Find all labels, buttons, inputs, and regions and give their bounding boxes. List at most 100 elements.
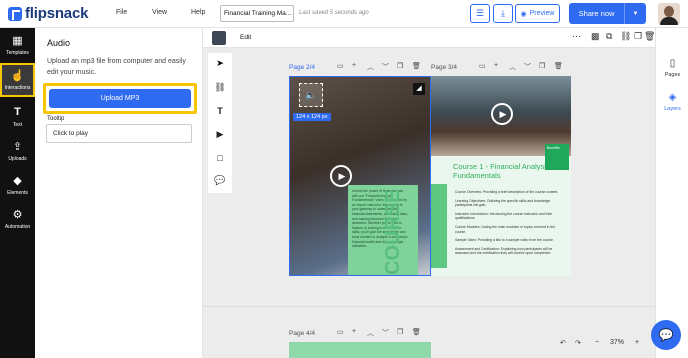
copy-page-icon[interactable]: ❐ <box>397 328 403 336</box>
redo-icon[interactable]: ↷ <box>575 339 581 347</box>
list-item: Course Modules: Listing the main modules… <box>455 224 556 234</box>
comment-icon[interactable]: ▭ <box>479 62 486 70</box>
add-page-icon[interactable]: + <box>352 62 356 69</box>
editor-canvas[interactable]: Edit ⋯ ▩ ⧉ ⛓ ❐ 🗑 ➤ ⛓ T ▶ □ 💬 Page 2/4 ▭ … <box>203 28 655 358</box>
video-tool-icon[interactable]: ▶ <box>213 129 227 140</box>
left-sidebar: ▦ Templates ☝ Interactions T Text ⇪ Uplo… <box>0 28 35 358</box>
link-icon[interactable]: ⛓ <box>620 31 631 42</box>
comment-icon[interactable]: ▭ <box>337 328 344 336</box>
document-title-input[interactable]: Financial Training Ma... <box>220 5 294 22</box>
move-up-icon[interactable]: ︿ <box>367 328 374 338</box>
move-down-icon[interactable]: ﹀ <box>382 328 389 338</box>
saved-status: Last saved 5 seconds ago <box>299 10 369 16</box>
copy-style-icon[interactable]: ⧉ <box>606 31 612 42</box>
sidebar-item-text[interactable]: T Text <box>0 102 35 136</box>
eye-icon: ◉ <box>520 10 527 18</box>
page-3[interactable]: ▶ Course 1 - Financial Analysis Fundamen… <box>431 76 571 276</box>
play-video-icon[interactable]: ▶ <box>491 103 513 125</box>
app-window: flipsnack File View Help Financial Train… <box>0 0 688 358</box>
sidebar-item-elements[interactable]: ◆ Elements <box>0 170 35 204</box>
page-2[interactable]: Unlock the power of financial data with … <box>289 76 431 276</box>
more-icon[interactable]: ⋯ <box>572 31 581 42</box>
layers-icon: ◈ <box>668 92 677 103</box>
sidebar-item-automation[interactable]: ⚙ Automation <box>0 204 35 238</box>
move-up-icon[interactable]: ︿ <box>367 62 374 72</box>
add-page-icon[interactable]: + <box>352 328 356 335</box>
grid-icon: ▦ <box>12 35 23 47</box>
sidebar-item-interactions[interactable]: ☝ Interactions <box>0 63 35 97</box>
spread-pages-2-3: Page 2/4 ▭ + ︿ ﹀ ❐ 🗑 Page 3/4 ▭ + ︿ ﹀ ❐ … <box>289 62 571 278</box>
download-button[interactable]: ⤓ <box>493 4 513 23</box>
top-bar: flipsnack File View Help Financial Train… <box>0 0 688 28</box>
menu-view[interactable]: View <box>152 9 167 16</box>
menu-file[interactable]: File <box>116 9 127 16</box>
transparency-icon[interactable]: ▩ <box>591 31 600 42</box>
robot-icon: ⚙ <box>12 209 23 221</box>
chevron-down-icon[interactable]: ▼ <box>624 3 646 24</box>
share-now-label: Share now <box>578 9 615 18</box>
logo-text: flipsnack <box>25 5 89 22</box>
user-avatar[interactable] <box>658 3 680 25</box>
benefits-box: Benefits <box>545 144 569 170</box>
page-4: Page 4/4 ▭ + ︿ ﹀ ❐ 🗑 <box>289 328 431 358</box>
tooltip-label: Tooltip <box>47 116 65 122</box>
sidebar-item-uploads[interactable]: ⇪ Uploads <box>0 136 35 170</box>
text-tool-icon[interactable]: T <box>213 106 227 116</box>
audio-speaker-icon[interactable]: 🔈 <box>299 83 323 107</box>
copy-page-icon[interactable]: ❐ <box>397 62 403 70</box>
add-page-icon[interactable]: + <box>494 62 498 69</box>
color-swatch[interactable] <box>212 31 226 45</box>
zoom-out-icon[interactable]: − <box>595 339 599 346</box>
right-sidebar: ▯ Pages ◈ Layers <box>655 28 688 358</box>
move-up-icon[interactable]: ︿ <box>509 62 516 72</box>
edit-label[interactable]: Edit <box>240 34 251 41</box>
tool-palette: ➤ ⛓ T ▶ □ 💬 <box>208 53 232 193</box>
undo-icon[interactable]: ↶ <box>560 339 566 347</box>
sidebar-item-templates[interactable]: ▦ Templates <box>0 30 35 64</box>
play-video-icon[interactable]: ▶ <box>330 165 352 187</box>
vertical-course-text: COURSE <box>382 189 404 275</box>
shapes-icon: ◆ <box>13 175 22 187</box>
edit-toolbar: Edit ⋯ ▩ ⧉ ⛓ ❐ 🗑 <box>203 28 655 48</box>
right-item-layers[interactable]: ◈ Layers <box>656 92 688 112</box>
list-item: Assessment and Certification: Explaining… <box>455 246 553 256</box>
link-tool-icon[interactable]: ⛓ <box>213 82 227 93</box>
upload-highlight: Upload MP3 <box>43 83 197 114</box>
list-item: Learning Objectives: Outlining the speci… <box>455 198 551 208</box>
pages-icon: ▯ <box>669 58 676 69</box>
copy-page-icon[interactable]: ❐ <box>539 62 545 70</box>
right-item-pages[interactable]: ▯ Pages <box>656 58 688 78</box>
comment-tool-icon[interactable]: 💬 <box>213 175 227 186</box>
menu-help[interactable]: Help <box>191 9 205 16</box>
logo-icon <box>8 6 22 21</box>
select-tool-icon[interactable]: ➤ <box>213 58 227 69</box>
tooltip-input[interactable]: Click to play <box>46 124 192 143</box>
settings-sliders-button[interactable]: ☰ <box>470 4 490 23</box>
upload-mp3-button[interactable]: Upload MP3 <box>49 89 191 108</box>
zoom-level[interactable]: 37% <box>610 339 624 346</box>
chat-support-button[interactable]: 💬 <box>651 320 681 350</box>
duplicate-icon[interactable]: ❐ <box>634 31 642 42</box>
page-2-label: Page 2/4 <box>289 64 316 71</box>
delete-page-icon[interactable]: 🗑 <box>412 328 421 336</box>
list-item: Sample Video: Providing a link to a samp… <box>455 238 554 243</box>
move-down-icon[interactable]: ﹀ <box>524 62 531 72</box>
page-3-label: Page 3/4 <box>431 64 458 71</box>
share-now-button[interactable]: Share now ▼ <box>569 3 646 24</box>
page-4-label: Page 4/4 <box>289 330 316 337</box>
flipsnack-logo[interactable]: flipsnack <box>8 5 88 22</box>
panel-title: Audio <box>47 38 71 48</box>
download-icon: ⤓ <box>501 8 505 18</box>
trash-icon[interactable]: 🗑 <box>644 31 655 42</box>
preview-button[interactable]: ◉ Preview <box>515 4 560 23</box>
zoom-in-icon[interactable]: + <box>635 339 639 346</box>
shape-tool-icon[interactable]: □ <box>213 153 227 163</box>
delete-page-icon[interactable]: 🗑 <box>412 62 421 70</box>
pointer-icon: ☝ <box>10 70 25 82</box>
audio-panel: Audio Upload an mp3 file from computer a… <box>35 28 203 358</box>
upload-icon: ⇪ <box>12 141 23 153</box>
delete-page-icon[interactable]: 🗑 <box>554 62 563 70</box>
comment-icon[interactable]: ▭ <box>337 62 344 70</box>
chat-icon: 💬 <box>658 328 674 342</box>
move-down-icon[interactable]: ﹀ <box>382 62 389 72</box>
